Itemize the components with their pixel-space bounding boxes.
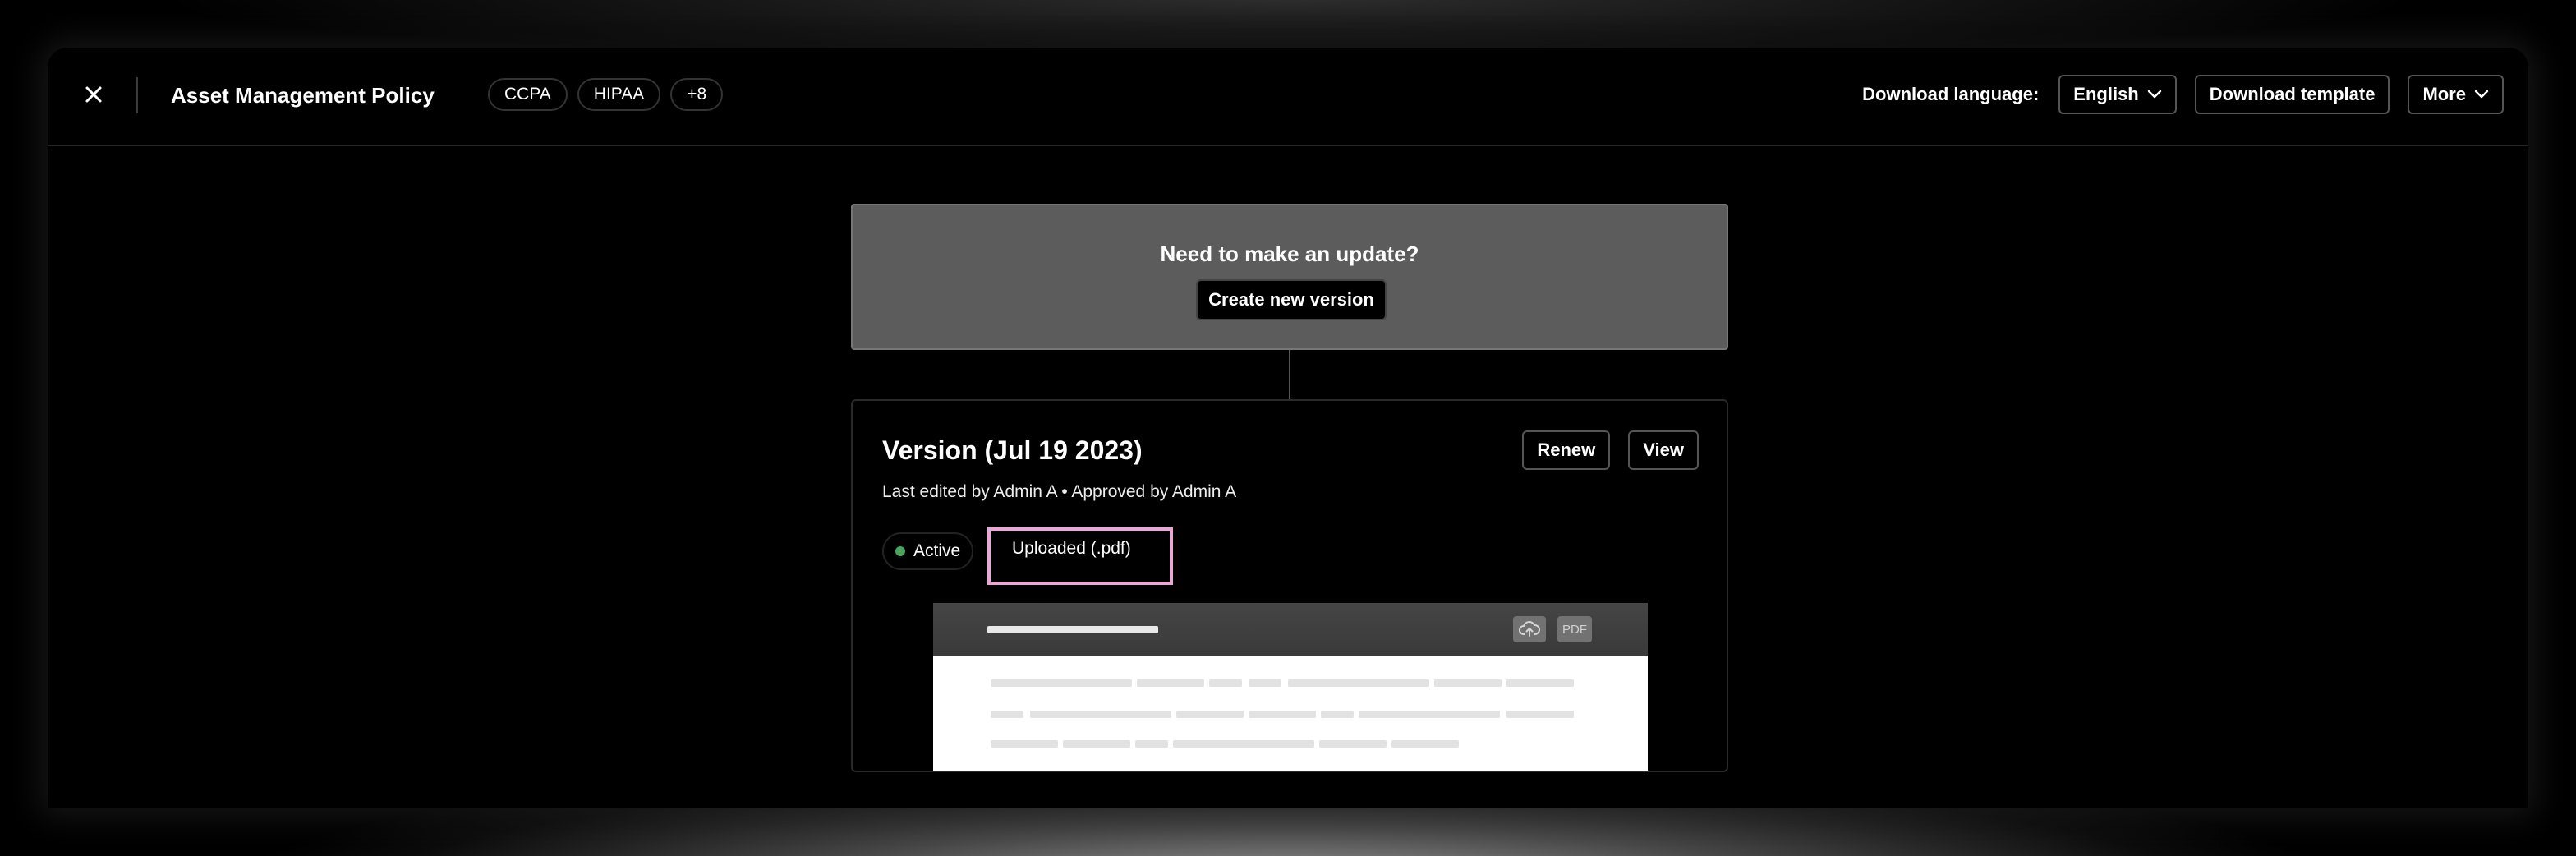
preview-text-line bbox=[1249, 711, 1316, 718]
status-label: Active bbox=[913, 541, 961, 560]
preview-text-line bbox=[1209, 679, 1242, 687]
cloud-upload-icon bbox=[1513, 616, 1546, 642]
preview-text-line bbox=[991, 679, 1132, 687]
more-menu-button[interactable]: More bbox=[2408, 75, 2504, 114]
chevron-down-icon bbox=[2147, 90, 2161, 99]
version-title: Version (Jul 19 2023) bbox=[882, 435, 1143, 465]
language-select-value: English bbox=[2073, 84, 2139, 104]
preview-text-line bbox=[1392, 740, 1459, 748]
version-connector-line bbox=[1289, 350, 1290, 399]
tag-more-count[interactable]: +8 bbox=[670, 78, 724, 111]
policy-title: Asset Management Policy bbox=[171, 83, 435, 108]
framework-tags: CCPA HIPAA +8 bbox=[488, 78, 724, 111]
policy-modal: Asset Management Policy CCPA HIPAA +8 Do… bbox=[48, 48, 2528, 808]
pdf-icon: PDF bbox=[1557, 616, 1592, 642]
download-template-label: Download template bbox=[2209, 84, 2376, 104]
preview-text-line bbox=[1319, 740, 1387, 748]
modal-header: Asset Management Policy CCPA HIPAA +8 Do… bbox=[48, 48, 2528, 146]
pdf-preview-title-placeholder bbox=[987, 626, 1158, 633]
chevron-down-icon bbox=[2474, 90, 2489, 99]
more-label: More bbox=[2422, 84, 2466, 104]
tag-hipaa[interactable]: HIPAA bbox=[577, 78, 661, 111]
preview-text-line bbox=[1137, 679, 1204, 687]
preview-text-line bbox=[1063, 740, 1130, 748]
language-select[interactable]: English bbox=[2058, 75, 2177, 114]
header-actions: Download language: English Download temp… bbox=[1862, 75, 2504, 114]
preview-text-line bbox=[1249, 679, 1281, 687]
preview-text-line bbox=[1434, 679, 1502, 687]
update-prompt-card: Need to make an update? Create new versi… bbox=[851, 204, 1728, 350]
tag-ccpa[interactable]: CCPA bbox=[488, 78, 568, 111]
status-dot-icon bbox=[895, 546, 905, 556]
preview-text-line bbox=[991, 740, 1058, 748]
preview-text-line bbox=[1135, 740, 1168, 748]
preview-text-line bbox=[1506, 679, 1574, 687]
preview-text-line bbox=[991, 711, 1024, 718]
preview-text-line bbox=[1506, 711, 1574, 718]
preview-text-line bbox=[1321, 711, 1354, 718]
download-template-button[interactable]: Download template bbox=[2194, 75, 2390, 114]
pdf-preview-toolbar: PDF bbox=[933, 603, 1648, 656]
version-actions: Renew View bbox=[1522, 430, 1699, 470]
version-meta: Last edited by Admin A • Approved by Adm… bbox=[882, 482, 1237, 501]
preview-text-line bbox=[1176, 711, 1244, 718]
preview-text-line bbox=[1359, 711, 1500, 718]
header-divider bbox=[136, 77, 138, 113]
close-icon bbox=[85, 86, 102, 103]
status-badge: Active bbox=[882, 532, 974, 570]
preview-text-line bbox=[1173, 740, 1314, 748]
close-button[interactable] bbox=[77, 78, 110, 111]
create-new-version-button[interactable]: Create new version bbox=[1196, 279, 1387, 320]
view-button[interactable]: View bbox=[1628, 430, 1699, 470]
pdf-preview-thumbnail[interactable]: PDF bbox=[933, 603, 1648, 771]
renew-button[interactable]: Renew bbox=[1522, 430, 1611, 470]
version-card: Version (Jul 19 2023) Last edited by Adm… bbox=[851, 399, 1728, 772]
upload-source-tag: Uploaded (.pdf) bbox=[987, 527, 1173, 585]
update-prompt-title: Need to make an update? bbox=[1160, 242, 1419, 266]
preview-text-line bbox=[1030, 711, 1171, 718]
upload-source-label: Uploaded (.pdf) bbox=[1012, 539, 1131, 558]
preview-text-line bbox=[1288, 679, 1429, 687]
pdf-badge-label: PDF bbox=[1562, 622, 1587, 637]
download-language-label: Download language: bbox=[1862, 84, 2040, 104]
